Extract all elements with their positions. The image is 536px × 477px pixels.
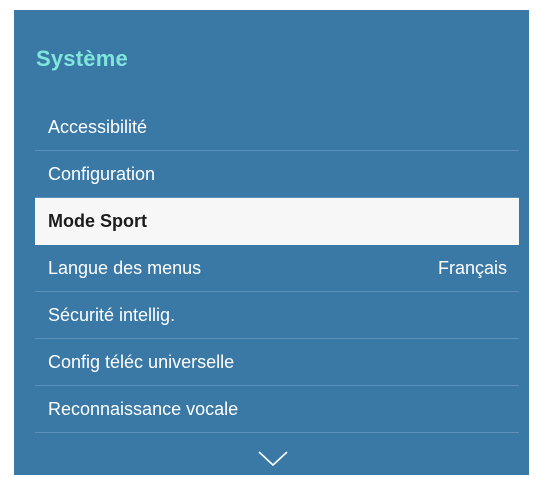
menu-item-config-telec-universelle[interactable]: Config téléc universelle	[35, 339, 519, 386]
menu-item-label: Accessibilité	[48, 116, 148, 137]
menu-item-label: Langue des menus	[48, 257, 202, 278]
system-menu-panel: Système Accessibilité Configuration Mode…	[14, 10, 529, 475]
chevron-down-icon[interactable]	[258, 450, 288, 468]
menu-item-reconnaissance-vocale[interactable]: Reconnaissance vocale	[35, 386, 519, 433]
menu-item-securite-intellig[interactable]: Sécurité intellig.	[35, 292, 519, 339]
panel-title: Système	[36, 46, 128, 71]
menu-item-label: Config téléc universelle	[48, 351, 235, 372]
menu-item-label: Reconnaissance vocale	[48, 398, 239, 419]
menu-item-label: Configuration	[48, 163, 156, 184]
menu-item-langue-des-menus[interactable]: Langue des menus Français	[35, 245, 519, 292]
menu-item-value: Français	[437, 257, 507, 278]
settings-menu: Accessibilité Configuration Mode Sport L…	[35, 104, 519, 433]
menu-item-label: Sécurité intellig.	[48, 304, 176, 325]
menu-item-label: Mode Sport	[48, 210, 147, 231]
menu-item-mode-sport[interactable]: Mode Sport	[35, 198, 519, 245]
menu-item-configuration[interactable]: Configuration	[35, 151, 519, 198]
menu-item-accessibilite[interactable]: Accessibilité	[35, 104, 519, 151]
